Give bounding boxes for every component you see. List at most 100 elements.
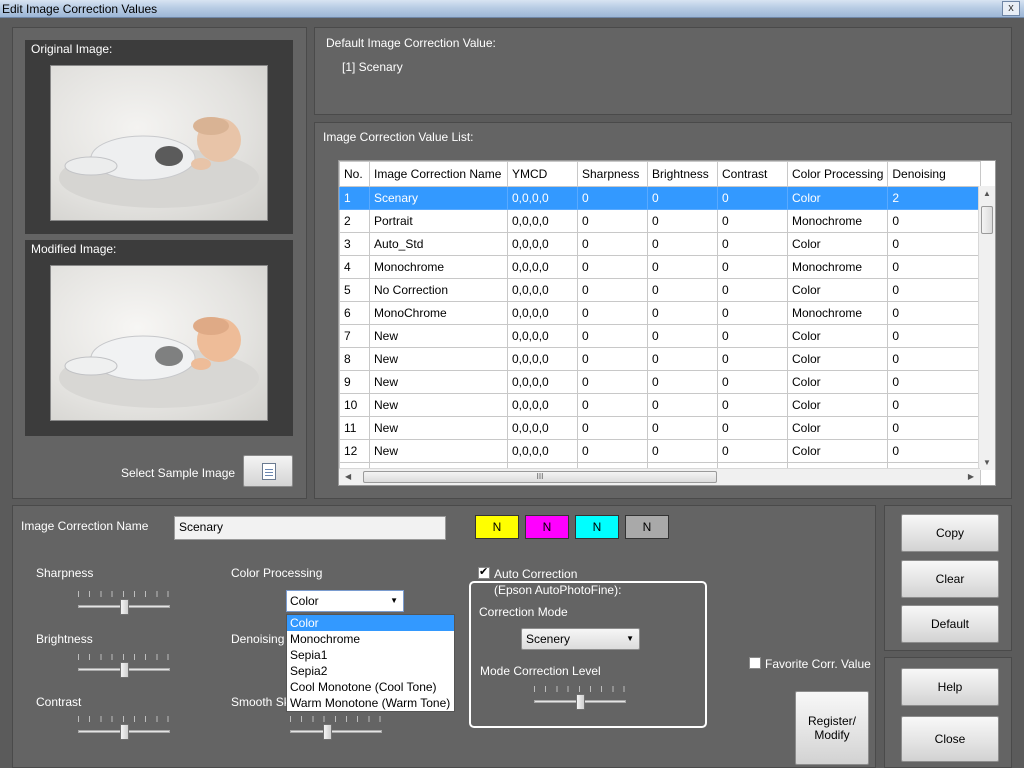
default-label: Default xyxy=(930,617,970,631)
correction-mode-select[interactable]: Scenery ▼ xyxy=(521,628,640,650)
table-cell: MonoChrome xyxy=(369,301,508,325)
dropdown-option[interactable]: Sepia2 xyxy=(287,663,454,679)
yellow-swatch-button[interactable]: N xyxy=(475,515,519,539)
default-button[interactable]: Default xyxy=(901,605,999,643)
table-cell: New xyxy=(369,347,508,371)
table-cell: 0 xyxy=(577,232,648,256)
denoising-label: Denoising xyxy=(231,632,285,646)
table-cell: 0 xyxy=(717,370,788,394)
table-cell: New xyxy=(369,370,508,394)
copy-button[interactable]: Copy xyxy=(901,514,999,552)
register-modify-button[interactable]: Register/ Modify xyxy=(795,691,869,765)
dropdown-option[interactable]: Monochrome xyxy=(287,631,454,647)
clear-button[interactable]: Clear xyxy=(901,560,999,598)
table-cell: 0 xyxy=(647,209,718,233)
table-cell: New xyxy=(369,393,508,417)
table-row[interactable]: 6 MonoChrome 0,0,0,0 0 0 0 Monochrome 0 xyxy=(339,301,982,325)
vertical-scroll-thumb[interactable] xyxy=(981,206,993,234)
smooth-skin-label: Smooth Sk xyxy=(231,695,290,709)
table-row[interactable]: 11 New 0,0,0,0 0 0 0 Color 0 xyxy=(339,416,982,440)
slider-ticks xyxy=(78,716,170,722)
scroll-down-icon[interactable]: ▼ xyxy=(983,458,991,467)
table-cell: 0 xyxy=(717,393,788,417)
slider-thumb[interactable] xyxy=(120,599,129,615)
dropdown-option[interactable]: Sepia1 xyxy=(287,647,454,663)
table-cell: 0 xyxy=(577,301,648,325)
dropdown-option[interactable]: Color xyxy=(287,615,454,631)
magenta-swatch-button[interactable]: N xyxy=(525,515,569,539)
close-button[interactable]: Close xyxy=(901,716,999,762)
table-horizontal-scrollbar[interactable]: ◀ III ▶ xyxy=(339,468,980,485)
auto-correction-checkbox[interactable] xyxy=(478,565,490,579)
brightness-slider[interactable] xyxy=(78,654,170,678)
table-row[interactable]: 1 Scenary 0,0,0,0 0 0 0 Color 2 xyxy=(339,186,982,210)
table-cell: 2 xyxy=(887,186,982,210)
scroll-right-icon[interactable]: ▶ xyxy=(968,472,974,481)
column-header[interactable]: Color Processing xyxy=(786,161,889,187)
dropdown-option[interactable]: Cool Monotone (Cool Tone) xyxy=(287,679,454,695)
window-title: Edit Image Correction Values xyxy=(2,2,158,16)
column-header[interactable]: Image Correction Name xyxy=(369,161,508,187)
table-row[interactable]: 9 New 0,0,0,0 0 0 0 Color 0 xyxy=(339,370,982,394)
slider-thumb[interactable] xyxy=(323,724,332,740)
column-header[interactable]: No. xyxy=(339,161,370,187)
gray-swatch-button[interactable]: N xyxy=(625,515,669,539)
table-cell: 0 xyxy=(647,416,718,440)
auto-correction-label[interactable]: Auto Correction xyxy=(494,567,582,581)
select-sample-button[interactable] xyxy=(243,455,293,487)
mode-correction-level-slider[interactable] xyxy=(534,686,626,710)
table-cell: Auto_Std xyxy=(369,232,508,256)
slider-thumb[interactable] xyxy=(576,694,585,710)
table-row[interactable]: 2 Portrait 0,0,0,0 0 0 0 Monochrome 0 xyxy=(339,209,982,233)
scroll-up-icon[interactable]: ▲ xyxy=(983,189,991,198)
color-processing-dropdown-list[interactable]: Color Monochrome Sepia1 Sepia2 Cool Monotone… xyxy=(286,614,455,712)
table-cell: 0,0,0,0 xyxy=(507,301,578,325)
window-close-button[interactable]: x xyxy=(1002,1,1020,16)
table-row[interactable]: 4 Monochrome 0,0,0,0 0 0 0 Monochrome 0 xyxy=(339,255,982,279)
favorite-label[interactable]: Favorite Corr. Value xyxy=(765,657,871,671)
table-cell: New xyxy=(369,324,508,348)
table-row[interactable]: 8 New 0,0,0,0 0 0 0 Color 0 xyxy=(339,347,982,371)
column-header[interactable]: YMCD xyxy=(507,161,578,187)
contrast-slider[interactable] xyxy=(78,716,170,740)
table-row[interactable]: 5 No Correction 0,0,0,0 0 0 0 Color 0 xyxy=(339,278,982,302)
slider-thumb[interactable] xyxy=(120,662,129,678)
slider-thumb[interactable] xyxy=(120,724,129,740)
table-cell: 0 xyxy=(887,347,982,371)
register-modify-label: Register/ Modify xyxy=(796,714,868,742)
table-cell: 0,0,0,0 xyxy=(507,278,578,302)
table-cell: 4 xyxy=(339,255,370,279)
smooth-skin-slider[interactable] xyxy=(290,716,382,740)
correction-table-grid: No. Image Correction Name YMCD Sharpness Bri… xyxy=(339,161,982,485)
horizontal-scroll-thumb[interactable]: III xyxy=(363,471,717,483)
table-vertical-scrollbar[interactable]: ▲ ▼ xyxy=(978,186,995,470)
cyan-swatch-button[interactable]: N xyxy=(575,515,619,539)
table-cell: 3 xyxy=(339,232,370,256)
table-row[interactable]: 10 New 0,0,0,0 0 0 0 Color 0 xyxy=(339,393,982,417)
column-header[interactable]: Denoising xyxy=(887,161,982,187)
table-cell: Monochrome xyxy=(786,301,889,325)
table-cell: Portrait xyxy=(369,209,508,233)
column-header[interactable]: Contrast xyxy=(717,161,788,187)
table-cell: 0 xyxy=(577,439,648,463)
table-row[interactable]: 12 New 0,0,0,0 0 0 0 Color 0 xyxy=(339,439,982,463)
sharpness-slider[interactable] xyxy=(78,591,170,615)
table-cell: 0,0,0,0 xyxy=(507,347,578,371)
table-cell: 0 xyxy=(577,255,648,279)
slider-track xyxy=(290,730,382,733)
column-header[interactable]: Brightness xyxy=(647,161,718,187)
close-label: Close xyxy=(934,732,966,746)
scroll-left-icon[interactable]: ◀ xyxy=(345,472,351,481)
table-row[interactable]: 7 New 0,0,0,0 0 0 0 Color 0 xyxy=(339,324,982,348)
correction-table: No. Image Correction Name YMCD Sharpness Bri… xyxy=(338,160,996,486)
dropdown-option[interactable]: Warm Monotone (Warm Tone) xyxy=(287,695,454,711)
correction-name-input[interactable]: Scenary xyxy=(174,516,446,540)
color-processing-select[interactable]: Color ▼ xyxy=(286,590,404,612)
table-cell: 0,0,0,0 xyxy=(507,324,578,348)
favorite-checkbox[interactable] xyxy=(749,657,761,669)
table-cell: 0 xyxy=(887,209,982,233)
column-header[interactable]: Sharpness xyxy=(577,161,648,187)
table-row[interactable]: 3 Auto_Std 0,0,0,0 0 0 0 Color 0 xyxy=(339,232,982,256)
color-processing-label: Color Processing xyxy=(231,566,323,580)
help-button[interactable]: Help xyxy=(901,668,999,706)
